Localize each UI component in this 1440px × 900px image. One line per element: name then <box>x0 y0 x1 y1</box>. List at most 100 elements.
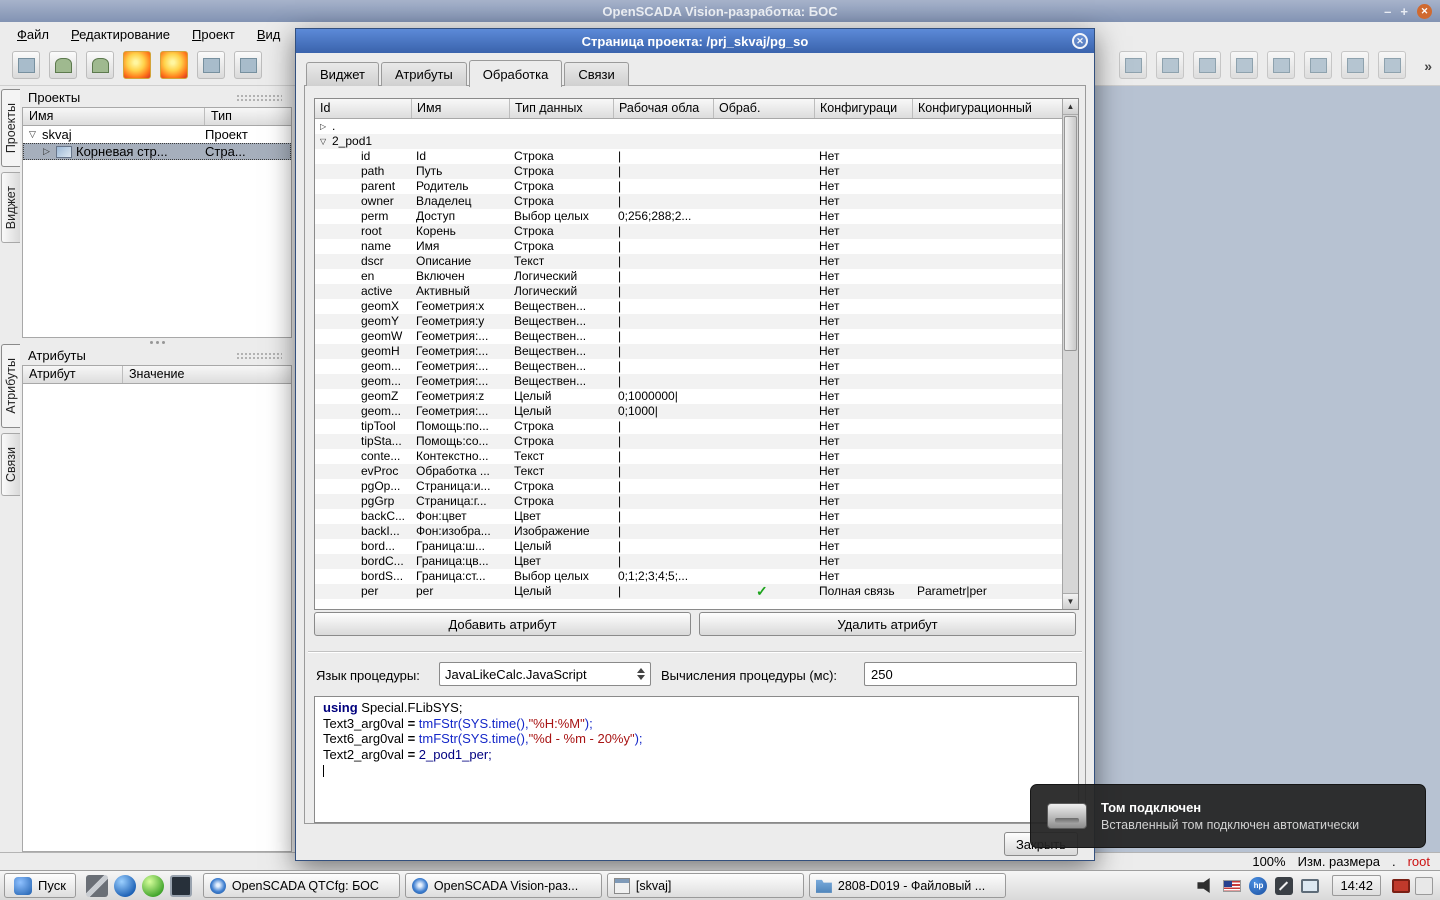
attr-row[interactable]: permДоступВыбор целых0;256;288;2...Нет <box>315 209 1063 224</box>
left-tab[interactable]: Проекты <box>1 89 20 167</box>
code-editor[interactable]: using Special.FLibSYS;Text3_arg0val = tm… <box>314 696 1079 823</box>
attr-row[interactable]: geomWГеометрия:...Веществен...|Нет <box>315 329 1063 344</box>
col-processing[interactable]: Обраб. <box>714 99 815 118</box>
attr-row[interactable]: enВключенЛогический|Нет <box>315 269 1063 284</box>
dialog-tab[interactable]: Обработка <box>469 60 563 87</box>
left-tab[interactable]: Атрибуты <box>1 344 20 428</box>
attr-row[interactable]: rootКореньСтрока|Нет <box>315 224 1063 239</box>
attr-row[interactable]: backI...Фон:изобра...Изображение|Нет <box>315 524 1063 539</box>
attr-row[interactable]: tipToolПомощь:по...Строка|Нет <box>315 419 1063 434</box>
dialog-tab[interactable]: Виджет <box>306 62 379 86</box>
task-button[interactable]: OpenSCADA Vision-раз... <box>405 873 602 898</box>
run-project-icon[interactable] <box>160 51 188 79</box>
splitter-handle[interactable] <box>22 338 292 346</box>
attr-row[interactable]: geom...Геометрия:...Веществен...|Нет <box>315 374 1063 389</box>
maximize-icon[interactable]: + <box>1400 4 1408 19</box>
session-icon[interactable] <box>1415 877 1433 895</box>
proc-lang-combobox[interactable]: JavaLikeCalc.JavaScript <box>439 662 651 686</box>
attr-row[interactable]: backC...Фон:цветЦвет|Нет <box>315 509 1063 524</box>
column-attribute[interactable]: Атрибут <box>23 366 123 383</box>
tree-item[interactable]: ▷Корневая стр...Стра... <box>23 143 291 160</box>
dialog-close-icon[interactable]: ✕ <box>1072 33 1088 49</box>
collapse-icon[interactable]: ▽ <box>27 129 38 140</box>
attr-row[interactable]: bord...Граница:ш...Целый|Нет <box>315 539 1063 554</box>
menu-item[interactable]: Редактирование <box>60 24 181 45</box>
attr-row[interactable]: geom...Геометрия:...Веществен...|Нет <box>315 359 1063 374</box>
undo-icon[interactable] <box>1119 51 1147 79</box>
scrollbar-thumb[interactable] <box>1064 116 1077 351</box>
menu-item[interactable]: Вид <box>246 24 292 45</box>
copy-icon[interactable] <box>1230 51 1258 79</box>
print-icon[interactable] <box>12 51 40 79</box>
attr-row[interactable]: nameИмяСтрока|Нет <box>315 239 1063 254</box>
redo-icon[interactable] <box>1156 51 1184 79</box>
expand-icon[interactable]: ▷ <box>320 119 332 134</box>
table-scrollbar[interactable]: ▲ ▼ <box>1062 99 1078 609</box>
scroll-up-icon[interactable]: ▲ <box>1063 99 1078 115</box>
tree-item[interactable]: ▽skvajПроект <box>23 126 291 143</box>
delete-attribute-button[interactable]: Удалить атрибут <box>699 612 1076 636</box>
terminal-icon[interactable] <box>170 875 192 897</box>
attr-row[interactable]: conte...Контекстно...Текст|Нет <box>315 449 1063 464</box>
flag-us-icon[interactable] <box>1223 880 1241 892</box>
tools-icon[interactable] <box>86 875 108 897</box>
db-load-icon[interactable] <box>49 51 77 79</box>
attr-row[interactable]: tipSta...Помощь:со...Строка|Нет <box>315 434 1063 449</box>
run-vision-icon[interactable] <box>123 51 151 79</box>
col-config-template[interactable]: Конфигурационный <box>913 99 1063 118</box>
display-icon[interactable] <box>1301 879 1319 893</box>
col-name[interactable]: Имя <box>412 99 510 118</box>
attr-row[interactable]: geomYГеометрия:yВеществен...|Нет <box>315 314 1063 329</box>
menu-item[interactable]: Файл <box>6 24 60 45</box>
scroll-down-icon[interactable]: ▼ <box>1063 593 1078 609</box>
column-type[interactable]: Тип <box>205 108 291 125</box>
raise-icon[interactable] <box>1341 51 1369 79</box>
attr-row[interactable]: evProcОбработка ...Текст|Нет <box>315 464 1063 479</box>
dock-grip-icon[interactable] <box>236 352 282 360</box>
dock-grip-icon[interactable] <box>236 94 282 102</box>
calc-period-input[interactable] <box>864 662 1077 686</box>
col-id[interactable]: Id <box>315 99 412 118</box>
cut-icon[interactable] <box>1193 51 1221 79</box>
projects-panel-titlebar[interactable]: Проекты <box>22 88 292 107</box>
start-button[interactable]: Пуск <box>4 873 76 898</box>
column-name[interactable]: Имя <box>23 108 205 125</box>
attr-row[interactable]: geom...Геометрия:...Целый0;1000|Нет <box>315 404 1063 419</box>
align-icon[interactable] <box>1304 51 1332 79</box>
dialog-tab[interactable]: Атрибуты <box>381 62 467 86</box>
col-config[interactable]: Конфигураци <box>815 99 913 118</box>
attr-row[interactable]: ownerВладелецСтрока|Нет <box>315 194 1063 209</box>
attr-row[interactable]: perperЦелый|✓Полная связьParametr|per <box>315 584 1063 599</box>
task-button[interactable]: [skvaj] <box>607 873 804 898</box>
paste-icon[interactable] <box>1267 51 1295 79</box>
new-window-icon[interactable] <box>197 51 225 79</box>
attr-row[interactable]: pgGrpСтраница:г...Строка|Нет <box>315 494 1063 509</box>
close-icon[interactable]: ✕ <box>1417 4 1432 19</box>
expand-icon[interactable]: ▷ <box>41 146 52 157</box>
task-button[interactable]: OpenSCADA QTCfg: БОС <box>203 873 400 898</box>
minimize-icon[interactable]: – <box>1384 4 1391 19</box>
display-settings-icon[interactable] <box>1392 879 1410 893</box>
attributes-panel-titlebar[interactable]: Атрибуты <box>22 346 292 365</box>
db-save-icon[interactable] <box>86 51 114 79</box>
attr-row[interactable]: pathПутьСтрока|Нет <box>315 164 1063 179</box>
attr-row[interactable]: activeАктивныйЛогический|Нет <box>315 284 1063 299</box>
hp-icon[interactable] <box>1249 877 1267 895</box>
add-attribute-button[interactable]: Добавить атрибут <box>314 612 691 636</box>
attr-row[interactable]: geomHГеометрия:...Веществен...|Нет <box>315 344 1063 359</box>
attr-row[interactable]: ▷. <box>315 119 1063 134</box>
col-workarea[interactable]: Рабочая обла <box>614 99 714 118</box>
taskbar-clock[interactable]: 14:42 <box>1332 875 1381 896</box>
notification-popup[interactable]: Том подключен Вставленный том подключен … <box>1030 784 1426 848</box>
attr-row[interactable]: geomXГеометрия:xВеществен...|Нет <box>315 299 1063 314</box>
attr-row[interactable]: pgOp...Страница:и...Строка|Нет <box>315 479 1063 494</box>
edit-icon[interactable] <box>1275 877 1293 895</box>
left-tab[interactable]: Связи <box>1 433 20 496</box>
window-titlebar[interactable]: OpenSCADA Vision-разработка: БОС – + ✕ <box>0 0 1440 22</box>
col-datatype[interactable]: Тип данных <box>510 99 614 118</box>
menu-item[interactable]: Проект <box>181 24 246 45</box>
combo-spinner-icon[interactable] <box>637 668 645 680</box>
task-button[interactable]: 2808-D019 - Файловый ... <box>809 873 1006 898</box>
attr-row[interactable]: bordS...Граница:ст...Выбор целых0;1;2;3;… <box>315 569 1063 584</box>
attr-row[interactable]: bordC...Граница:цв...Цвет|Нет <box>315 554 1063 569</box>
